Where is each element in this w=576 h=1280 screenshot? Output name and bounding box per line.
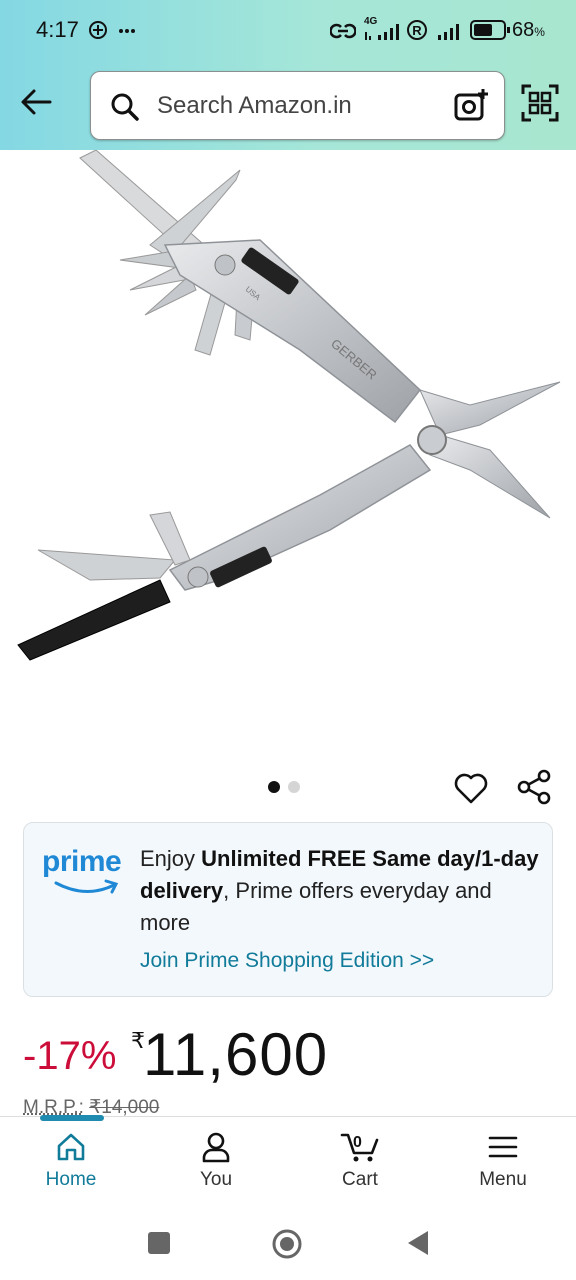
discount-percent: -17%: [23, 1034, 117, 1078]
status-bar: 4:17 4G R 68%: [0, 0, 576, 62]
nav-menu[interactable]: Menu: [448, 1131, 558, 1191]
carousel-dot[interactable]: [288, 781, 300, 793]
top-header: 4:17 4G R 68%: [0, 0, 576, 150]
camera-search-icon[interactable]: [453, 87, 489, 123]
status-time: 4:17: [36, 17, 79, 42]
battery-percent: 68%: [512, 19, 545, 41]
home-icon: [57, 1133, 85, 1161]
search-bar[interactable]: [90, 71, 505, 140]
nav-you[interactable]: You: [161, 1131, 271, 1191]
heart-icon[interactable]: [452, 769, 490, 807]
svg-text:R: R: [412, 23, 422, 38]
link-icon: [330, 23, 356, 39]
more-icon: [119, 29, 135, 33]
carousel-dot[interactable]: [268, 781, 280, 793]
signal-icon: [438, 24, 459, 40]
system-nav-bar: [0, 1208, 576, 1280]
join-prime-link[interactable]: Join Prime Shopping Edition >>: [140, 949, 434, 973]
share-icon[interactable]: [516, 768, 554, 806]
nav-home[interactable]: Home: [16, 1131, 126, 1191]
back-button[interactable]: [406, 1230, 430, 1256]
person-icon: [202, 1132, 230, 1163]
prime-offer-text: Enjoy Unlimited FREE Same day/1-day deli…: [140, 846, 539, 935]
cart-count: 0: [353, 1134, 362, 1151]
search-input[interactable]: [157, 86, 437, 126]
back-arrow-icon[interactable]: [18, 84, 54, 120]
qr-scanner-icon[interactable]: [521, 84, 559, 122]
battery-icon: [470, 20, 510, 40]
multitool-image: GERBER USA: [17, 149, 561, 661]
product-image[interactable]: GERBER USA: [0, 149, 576, 760]
home-button[interactable]: [271, 1228, 303, 1260]
signal-4g-icon: [365, 24, 399, 40]
nav-cart[interactable]: 0 Cart: [305, 1131, 415, 1191]
active-tab-indicator: [40, 1115, 104, 1121]
r-badge-icon: R: [407, 20, 427, 40]
prime-smile-icon: [54, 879, 119, 894]
recent-apps-button[interactable]: [148, 1232, 170, 1254]
bottom-nav: Home You 0 Cart Menu: [0, 1115, 576, 1208]
battery-level: [474, 24, 492, 36]
carousel-dots: [268, 780, 308, 794]
price-amount: 11,600: [143, 1021, 329, 1088]
prime-banner[interactable]: prime Enjoy Unlimited FREE Same day/1-da…: [23, 822, 553, 997]
search-icon[interactable]: [109, 91, 141, 123]
prime-logo: prime: [42, 845, 126, 897]
menu-icon: [488, 1136, 518, 1158]
add-circle-icon: [89, 21, 107, 39]
